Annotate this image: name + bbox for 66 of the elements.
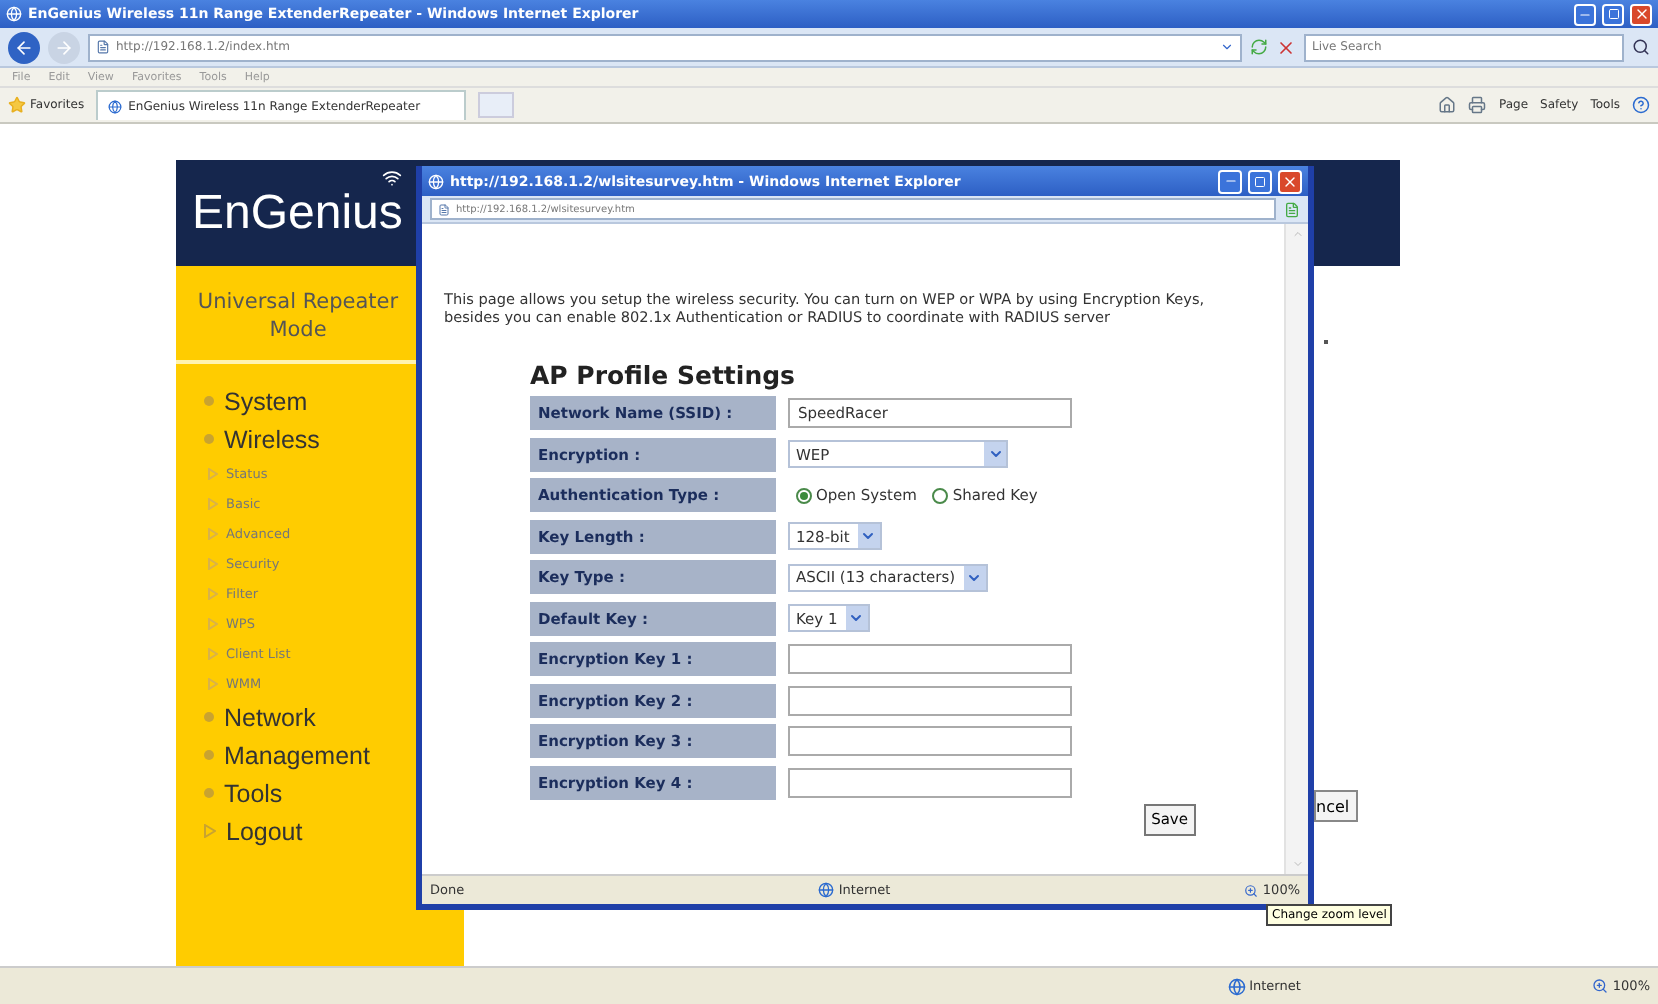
minimize-button[interactable] (1574, 3, 1596, 25)
ie-icon (428, 173, 444, 189)
chevron-down-icon (987, 446, 1003, 462)
nav-link[interactable]: Network (204, 698, 464, 736)
ie-icon (6, 6, 22, 22)
chevron-down-icon (860, 528, 877, 544)
nav-link[interactable]: System (204, 382, 464, 420)
back-button[interactable] (8, 31, 40, 63)
bullet-icon (204, 788, 214, 798)
triangle-icon (208, 587, 218, 599)
nav-link[interactable]: Wireless (204, 420, 464, 458)
printer-icon[interactable] (1468, 96, 1487, 114)
square-icon (1607, 8, 1619, 20)
page-icon (1284, 201, 1300, 217)
cancel-button[interactable]: ncel (1314, 790, 1358, 822)
arrow-left-icon (14, 37, 34, 57)
stop-icon[interactable] (1276, 37, 1296, 57)
maximize-button[interactable] (1602, 3, 1624, 25)
arrow-right-icon (54, 37, 74, 57)
magnifier-icon (1244, 883, 1259, 897)
bullet-icon (204, 750, 214, 760)
minimize-button[interactable] (1218, 169, 1242, 193)
triangle-icon (208, 467, 218, 479)
square-icon (1254, 175, 1266, 187)
bullet-icon (204, 396, 214, 406)
nav-link[interactable]: Management (204, 736, 464, 774)
logo: EnGenius (192, 185, 403, 241)
wifi-icon (382, 167, 403, 187)
globe-icon (1227, 977, 1246, 995)
input-field[interactable] (788, 726, 1072, 756)
search-icon[interactable] (1632, 38, 1650, 56)
home-icon[interactable] (1438, 96, 1457, 114)
close-icon (1633, 6, 1649, 22)
chevron-down-icon (1220, 40, 1234, 54)
bullet-icon (204, 434, 214, 444)
triangle-icon (208, 497, 218, 509)
close-button[interactable] (1278, 169, 1302, 193)
input-field[interactable] (788, 644, 1072, 674)
section-heading: AP Profile Settings (530, 360, 797, 390)
globe-icon (108, 99, 123, 113)
bullet-icon (204, 712, 214, 722)
triangle-icon (208, 617, 218, 629)
star-icon (8, 96, 26, 114)
input-field[interactable] (788, 685, 1072, 715)
help-icon[interactable] (1632, 96, 1650, 114)
nav-link[interactable]: Logout (204, 812, 464, 850)
page-icon (96, 40, 110, 54)
chevron-down-icon (848, 610, 865, 626)
maximize-button[interactable] (1248, 169, 1272, 193)
refresh-icon[interactable] (1250, 38, 1268, 56)
input-field[interactable] (788, 767, 1072, 797)
chevron-down-icon (966, 569, 983, 585)
page-icon (438, 203, 450, 215)
globe-icon (818, 882, 835, 898)
close-icon (1282, 173, 1298, 189)
radio-button[interactable] (796, 487, 812, 503)
magnifier-icon (1592, 978, 1609, 994)
triangle-icon (208, 647, 218, 659)
triangle-icon (204, 824, 216, 838)
nav-link[interactable]: Tools (204, 774, 464, 812)
triangle-icon (208, 677, 218, 689)
triangle-icon (208, 557, 218, 569)
triangle-icon (208, 527, 218, 539)
close-button[interactable] (1630, 3, 1652, 25)
radio-button[interactable] (932, 487, 949, 503)
minus-icon (1223, 174, 1237, 188)
